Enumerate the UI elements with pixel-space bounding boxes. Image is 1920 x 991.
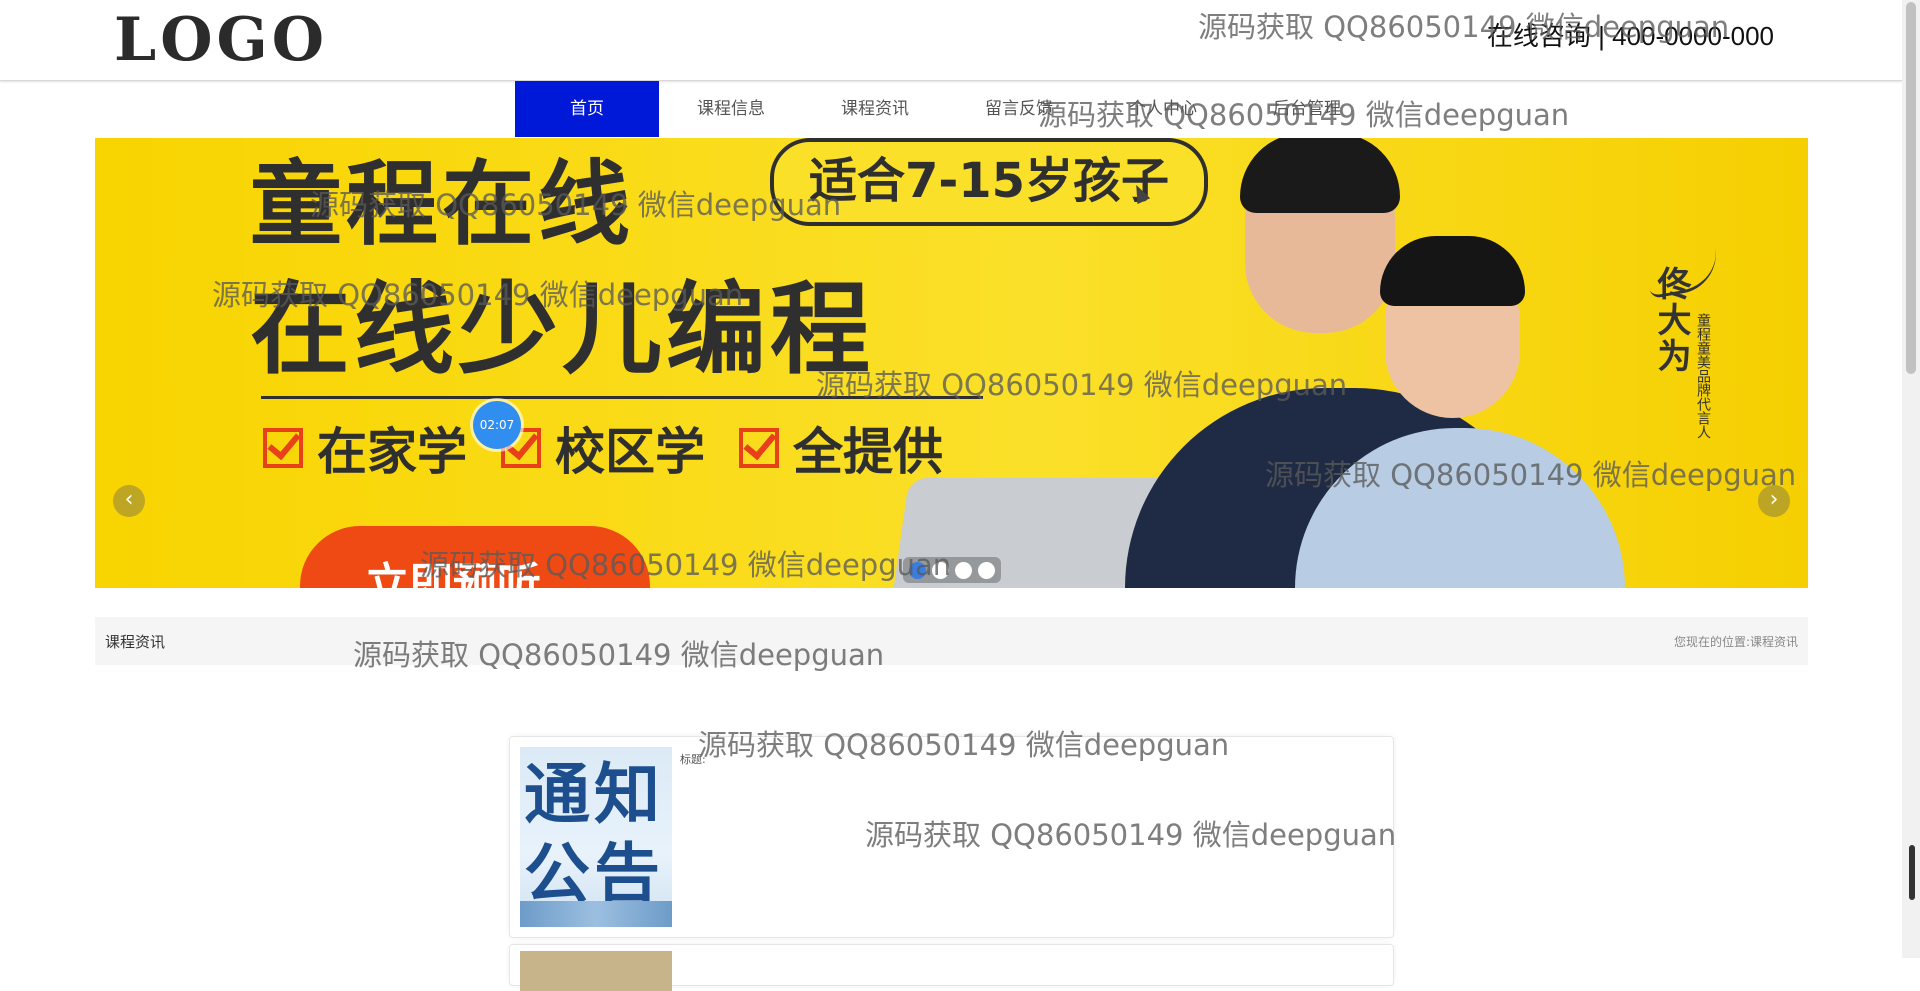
spokesperson-title: 童程童美品牌代言人 <box>1695 313 1711 439</box>
thumbnail-text: 通知公告 <box>524 756 664 913</box>
breadcrumb: 您现在的位置: 课程资讯 <box>1674 633 1798 650</box>
carousel-dot[interactable] <box>955 561 972 579</box>
news-list-item[interactable]: 通知公告 标题: <box>509 736 1394 938</box>
nav-item-course-info[interactable]: 课程信息 <box>659 81 803 137</box>
checkbox-icon <box>263 428 303 468</box>
news-list-item[interactable] <box>509 944 1394 991</box>
banner-feature-label: 在家学 <box>317 423 467 481</box>
section-title: 课程资讯 <box>105 633 166 651</box>
nav-item-home[interactable]: 首页 <box>515 81 659 137</box>
hotline-text: 在线咨询 | 400-0000-000 <box>1486 21 1774 51</box>
banner-feature: 校区学 <box>501 412 705 484</box>
banner-feature: 在家学 <box>263 412 467 484</box>
timer-badge: 02:07 <box>473 401 521 449</box>
scrollbar-thumb[interactable] <box>1906 2 1916 374</box>
news-thumbnail[interactable] <box>520 951 672 991</box>
spokesperson-name: 佟大为 <box>1651 266 1691 374</box>
news-thumbnail[interactable]: 通知公告 <box>520 747 672 927</box>
carousel-next-button[interactable]: › <box>1758 485 1790 517</box>
checkbox-icon <box>739 428 779 468</box>
chevron-right-icon: › <box>1769 487 1779 512</box>
banner-divider <box>261 396 983 399</box>
scrollbar-indicator <box>1909 845 1915 900</box>
banner-cta-label: 立即预听 <box>365 559 541 588</box>
carousel-indicators <box>903 557 1001 583</box>
banner-carousel[interactable]: 童程在线 适合7-15岁孩子 在线少儿编程 在家学 校区学 全提供 立即预听 佟… <box>95 138 1808 588</box>
carousel-dot[interactable] <box>909 561 926 579</box>
site-header: LOGO 在线咨询 | 400-0000-000 <box>0 0 1902 81</box>
carousel-prev-button[interactable]: ‹ <box>113 485 145 517</box>
banner-feature: 全提供 <box>739 412 943 484</box>
news-title-label: 标题: <box>680 753 706 766</box>
banner-feature-label: 全提供 <box>793 423 943 481</box>
man-hair-illustration <box>1240 138 1400 213</box>
banner-title-line1: 童程在线 <box>250 151 635 258</box>
nav-item-feedback[interactable]: 留言反馈 <box>947 81 1091 137</box>
carousel-dot[interactable] <box>978 561 995 579</box>
banner-features: 在家学 校区学 全提供 <box>263 412 943 484</box>
nav-item-admin[interactable]: 后台管理 <box>1235 81 1379 137</box>
chevron-left-icon: ‹ <box>124 487 134 512</box>
breadcrumb-prefix: 您现在的位置: <box>1673 635 1750 649</box>
nav-item-user-center[interactable]: 个人中心 <box>1091 81 1235 137</box>
breadcrumb-link-course-news[interactable]: 课程资讯 <box>1750 633 1798 650</box>
skyline-decoration <box>520 901 672 927</box>
banner-title-line2: 在线少儿编程 <box>250 271 874 388</box>
nav-item-course-news[interactable]: 课程资讯 <box>803 81 947 137</box>
section-header-bar: 课程资讯 您现在的位置: 课程资讯 <box>95 617 1808 665</box>
banner-feature-label: 校区学 <box>555 423 705 481</box>
main-nav: 首页 课程信息 课程资讯 留言反馈 个人中心 后台管理 <box>515 81 1379 137</box>
carousel-dot[interactable] <box>932 561 949 579</box>
site-logo[interactable]: LOGO <box>114 6 328 74</box>
